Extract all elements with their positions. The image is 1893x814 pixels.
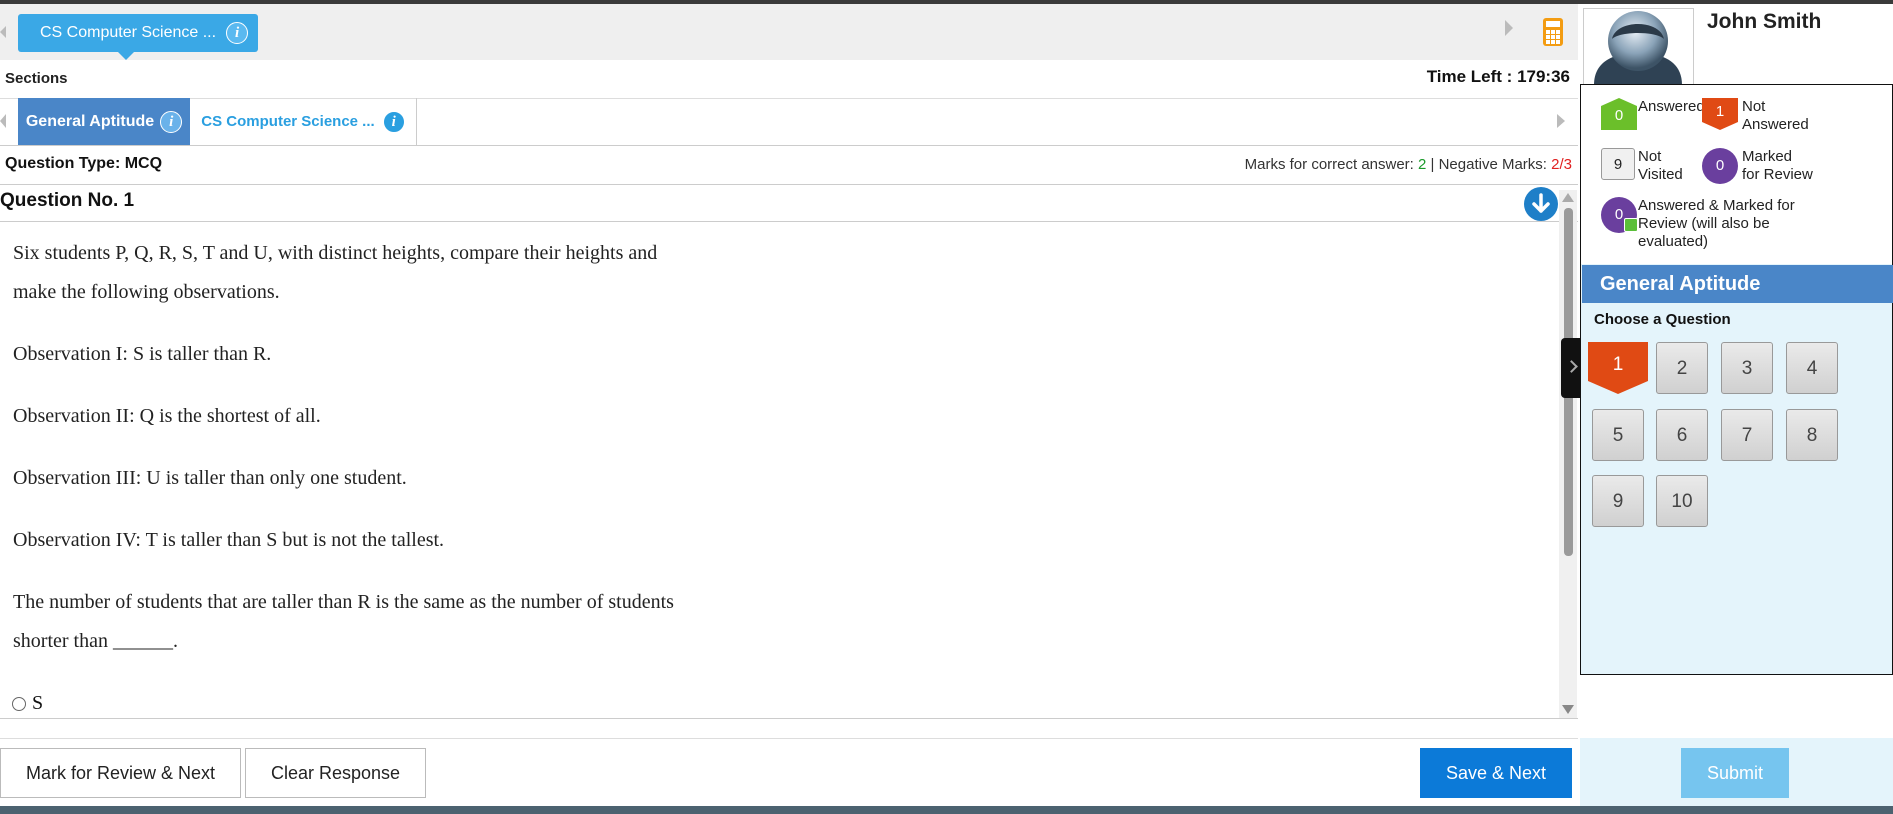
legend-panel: 0 Answered 1 Not Answered 9 Not Visited 0 … <box>1580 84 1893 265</box>
avatar <box>1583 8 1694 86</box>
answered-icon: 0 <box>1601 98 1637 130</box>
test-tab[interactable]: CS Computer Science ... i <box>18 14 259 60</box>
mark-review-next-button[interactable]: Mark for Review & Next <box>0 748 241 798</box>
marks-info: Marks for correct answer: 2 | Negative M… <box>1245 156 1572 173</box>
legend-text: Answered <box>1742 116 1809 133</box>
legend-text: Not <box>1742 98 1766 115</box>
test-scroll-right-icon[interactable] <box>1505 20 1513 36</box>
question-button-3[interactable]: 3 <box>1721 342 1773 394</box>
section-scroll-right-icon[interactable] <box>1557 114 1565 128</box>
sections-label: Sections <box>5 70 68 87</box>
question-button-6[interactable]: 6 <box>1656 409 1708 461</box>
choose-question-label: Choose a Question <box>1594 311 1731 328</box>
question-line: make the following observations. <box>13 281 280 303</box>
not-answered-icon: 1 <box>1702 98 1738 130</box>
legend-text: Marked <box>1742 148 1793 165</box>
question-button-9[interactable]: 9 <box>1592 475 1644 527</box>
legend-text: Visited <box>1638 166 1683 183</box>
save-next-button[interactable]: Save & Next <box>1420 748 1572 798</box>
test-tab-label: CS Computer Science ... <box>40 24 217 41</box>
question-button-5[interactable]: 5 <box>1592 409 1644 461</box>
user-name: John Smith <box>1707 10 1822 33</box>
question-text: Six students P, Q, R, S, T and U, with d… <box>13 234 1553 684</box>
option-label: S <box>32 692 44 714</box>
legend-answered-marked-label: Answered & Marked for Review (will also b… <box>1638 197 1795 251</box>
clear-response-button[interactable]: Clear Response <box>245 748 426 798</box>
scroll-down-icon[interactable] <box>1524 187 1558 221</box>
scroll-up-arrow-icon[interactable] <box>1562 193 1574 202</box>
tick-icon <box>1624 218 1638 232</box>
question-line: The number of students that are taller t… <box>13 591 674 613</box>
legend-text: Not <box>1638 148 1662 165</box>
info-icon[interactable]: i <box>382 110 405 133</box>
legend-marked-label: Marked for Review <box>1742 148 1813 184</box>
question-button-8[interactable]: 8 <box>1786 409 1838 461</box>
question-button-2[interactable]: 2 <box>1656 342 1708 394</box>
option-s[interactable]: S <box>12 692 43 715</box>
collapse-panel-icon[interactable] <box>1561 338 1581 398</box>
legend-not-answered-label: Not Answered <box>1742 98 1809 134</box>
divider <box>0 718 1578 719</box>
tab-label: CS Computer Science ... <box>201 113 375 130</box>
question-number: Question No. 1 <box>0 190 135 211</box>
question-type: Question Type: MCQ <box>5 155 163 172</box>
radio-button[interactable] <box>12 696 26 711</box>
section-tabs: General Aptitude i CS Computer Science .… <box>0 98 1578 146</box>
question-type-row: Question Type: MCQ Marks for correct ans… <box>0 146 1578 185</box>
question-button-4[interactable]: 4 <box>1786 342 1838 394</box>
marks-separator: | Negative Marks: <box>1426 156 1552 173</box>
test-tab-bar: CS Computer Science ... i <box>0 4 1578 60</box>
palette-section-title: General Aptitude <box>1582 265 1893 303</box>
sections-row: Sections Time Left : 179:36 <box>0 60 1578 99</box>
calculator-icon[interactable] <box>1543 18 1563 46</box>
tab-general-aptitude[interactable]: General Aptitude i <box>18 98 190 145</box>
info-icon[interactable]: i <box>226 22 249 44</box>
marks-negative: 2/3 <box>1551 156 1572 173</box>
legend-text: Review (will also be <box>1638 215 1770 232</box>
legend-text: Answered & Marked for <box>1638 197 1795 214</box>
marked-review-icon: 0 <box>1702 148 1738 184</box>
question-line: Observation II: Q is the shortest of all… <box>13 405 321 427</box>
question-line: Observation III: U is taller than only o… <box>13 467 407 489</box>
tab-label: General Aptitude <box>25 112 155 130</box>
question-line: Observation I: S is taller than R. <box>13 343 272 365</box>
submit-button[interactable]: Submit <box>1681 748 1789 798</box>
question-line: shorter than ______. <box>13 630 178 652</box>
test-scroll-left-icon[interactable] <box>0 26 6 38</box>
legend-not-visited-label: Not Visited <box>1638 148 1683 184</box>
footer-strip <box>0 806 1893 814</box>
time-left: Time Left : 179:36 <box>1426 67 1570 86</box>
legend-text: for Review <box>1742 166 1813 183</box>
scroll-down-arrow-icon[interactable] <box>1562 705 1574 714</box>
tab-cs-computer-science[interactable]: CS Computer Science ... i <box>190 98 417 145</box>
marks-prefix: Marks for correct answer: <box>1244 156 1419 173</box>
question-number-row: Question No. 1 <box>0 185 1578 222</box>
legend-answered-label: Answered <box>1638 98 1705 115</box>
question-line: Observation IV: T is taller than S but i… <box>13 529 445 551</box>
question-button-7[interactable]: 7 <box>1721 409 1773 461</box>
legend-text: evaluated) <box>1638 233 1709 250</box>
info-icon[interactable]: i <box>160 110 183 133</box>
not-visited-icon: 9 <box>1601 148 1635 180</box>
question-line: Six students P, Q, R, S, T and U, with d… <box>13 242 658 264</box>
section-scroll-left-icon[interactable] <box>0 114 6 128</box>
question-button-10[interactable]: 10 <box>1656 475 1708 527</box>
